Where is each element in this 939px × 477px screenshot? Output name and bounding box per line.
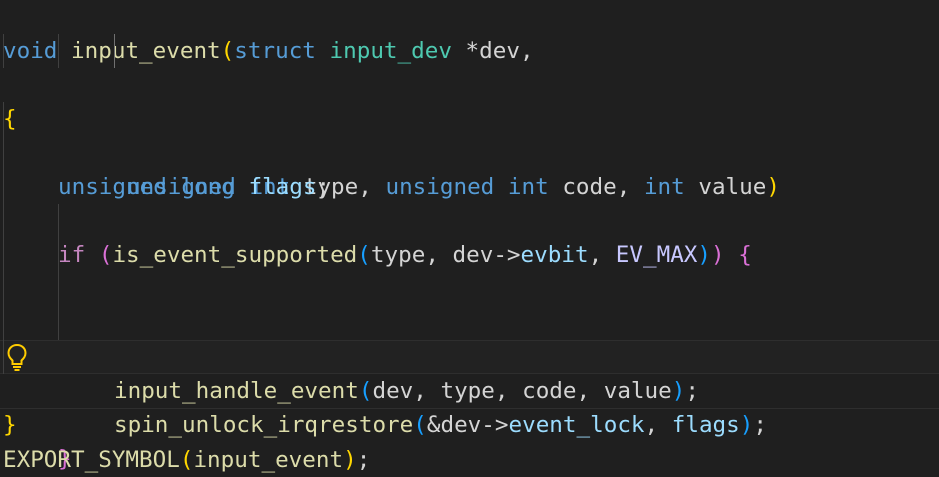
code-line[interactable]: input_handle_event(dev, type, code, valu… — [0, 272, 939, 404]
indent-guide — [3, 238, 4, 272]
code-line[interactable]: } — [0, 374, 939, 438]
code-token: ( — [179, 447, 194, 473]
code-token: EXPORT_SYMBOL — [3, 447, 180, 473]
code-line[interactable]: EXPORT_SYMBOL(input_event); — [0, 408, 939, 473]
code-line[interactable]: unsigned long flags; — [0, 102, 939, 200]
code-line[interactable]: } — [0, 340, 939, 472]
indent-guide — [58, 306, 59, 340]
indent-guide — [58, 272, 59, 306]
indent-guide — [3, 102, 4, 136]
indent-guide — [58, 238, 59, 272]
code-line[interactable] — [0, 204, 939, 238]
code-token: ) — [343, 447, 357, 473]
code-line[interactable] — [0, 136, 939, 170]
code-line[interactable]: void input_event(struct input_dev *dev, — [0, 0, 939, 64]
indent-guide — [3, 136, 4, 170]
line-13-code: EXPORT_SYMBOL(input_event); — [3, 443, 370, 477]
indent-guide — [58, 34, 59, 68]
code-line[interactable]: spin_unlock_irqrestore(&dev->event_lock,… — [0, 306, 939, 438]
indent-guide — [3, 272, 4, 306]
code-editor[interactable]: { "editor": { "lines": [ {"tokens":[{"t"… — [0, 0, 939, 473]
indent-guide — [3, 170, 4, 204]
code-token: ; — [356, 447, 371, 473]
lightbulb-icon[interactable] — [6, 342, 28, 372]
code-line[interactable]: { — [0, 68, 939, 132]
indent-guide — [3, 340, 4, 374]
code-line[interactable]: unsigned int type, unsigned int code, in… — [0, 34, 939, 200]
code-line[interactable]: spin_lock_irqsave(&dev->event_lock, flag… — [0, 238, 939, 370]
code-line[interactable]: if (is_event_supported(type, dev->evbit,… — [0, 170, 939, 268]
indent-guide — [3, 34, 4, 68]
code-token: input_event — [193, 447, 344, 473]
indent-guide — [3, 204, 4, 238]
indent-guide — [114, 34, 115, 68]
indent-guide — [3, 306, 4, 340]
indent-guide — [58, 204, 59, 238]
